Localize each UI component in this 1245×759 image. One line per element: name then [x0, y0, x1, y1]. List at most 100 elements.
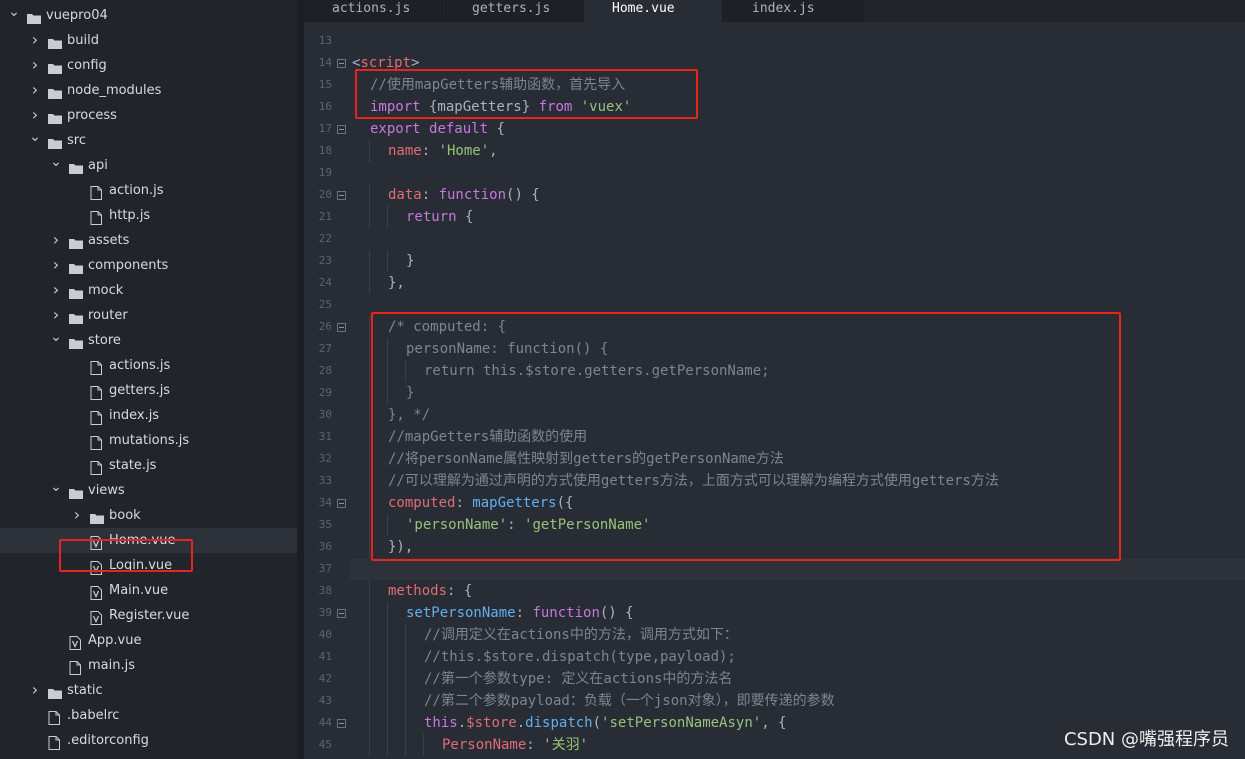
- tree-item[interactable]: ⌄ store: [0, 328, 297, 353]
- chevron-down-icon[interactable]: ⌄: [50, 478, 62, 496]
- tree-item[interactable]: › mock: [0, 278, 297, 303]
- line-number: 23: [318, 254, 332, 267]
- code-line: //可以理解为通过声明的方式使用getters方法，上面方式可以理解为编程方式使…: [350, 470, 1245, 492]
- tree-item-label: api: [88, 158, 108, 173]
- tree-item[interactable]: Main.vue: [0, 578, 297, 603]
- fold-toggle-icon[interactable]: [337, 323, 346, 332]
- indent-guide: [369, 404, 370, 426]
- indent-guide: [387, 602, 388, 624]
- vue-file-icon: [69, 634, 83, 650]
- code-line: //第一个参数type: 定义在actions中的方法名: [350, 668, 1245, 690]
- indent-guide: [369, 668, 370, 690]
- tree-item[interactable]: › router: [0, 303, 297, 328]
- chevron-right-icon[interactable]: ›: [29, 28, 41, 52]
- tree-item[interactable]: main.js: [0, 653, 297, 678]
- tree-item[interactable]: .babelrc: [0, 703, 297, 728]
- folder-icon: [69, 159, 83, 174]
- chevron-right-icon[interactable]: ›: [50, 303, 62, 327]
- line-number: 19: [318, 166, 332, 179]
- chevron-right-icon[interactable]: ›: [29, 78, 41, 102]
- tree-item-label: node_modules: [67, 83, 162, 98]
- chevron-right-icon[interactable]: ›: [29, 53, 41, 77]
- tab-index-js[interactable]: index.js: [724, 0, 863, 22]
- chevron-right-icon[interactable]: ›: [50, 228, 62, 252]
- indent-guide: [369, 690, 370, 712]
- indent-guide: [369, 624, 370, 646]
- fold-toggle-icon[interactable]: [337, 59, 346, 68]
- tree-item[interactable]: › book: [0, 503, 297, 528]
- tree-item[interactable]: Login.vue: [0, 553, 297, 578]
- fold-toggle-icon[interactable]: [337, 191, 346, 200]
- chevron-down-icon[interactable]: ⌄: [50, 328, 62, 346]
- line-number: 31: [318, 430, 332, 443]
- indent-guide: [405, 646, 406, 668]
- tree-item[interactable]: › process: [0, 103, 297, 128]
- tab-home-vue[interactable]: Home.vue: [584, 0, 723, 22]
- code-line: personName: function() {: [350, 338, 1245, 360]
- code-line: export default {: [370, 121, 505, 137]
- line-number: 42: [318, 672, 332, 685]
- tree-item-label: mock: [88, 283, 124, 298]
- tab-getters-js[interactable]: getters.js: [444, 0, 583, 22]
- code-editor[interactable]: <script> //使用mapGetters辅助函数，首先导入 import {m…: [350, 22, 1245, 759]
- tree-item-label: book: [109, 508, 141, 523]
- file-icon: [90, 384, 104, 400]
- tree-item[interactable]: ⌄ views: [0, 478, 297, 503]
- tree-item[interactable]: actions.js: [0, 353, 297, 378]
- code-line: 'personName': 'getPersonName': [350, 514, 1245, 536]
- tree-item[interactable]: getters.js: [0, 378, 297, 403]
- indent-guide: [405, 690, 406, 712]
- tree-item[interactable]: › node_modules: [0, 78, 297, 103]
- chevron-down-icon[interactable]: ⌄: [29, 128, 41, 146]
- chevron-right-icon[interactable]: ›: [71, 503, 83, 527]
- line-number: 14: [318, 56, 332, 69]
- tree-item[interactable]: ⌄ vuepro04: [0, 3, 297, 28]
- chevron-down-icon[interactable]: ⌄: [50, 153, 62, 171]
- tree-item[interactable]: http.js: [0, 203, 297, 228]
- fold-toggle-icon[interactable]: [337, 125, 346, 134]
- tree-item[interactable]: index.js: [0, 403, 297, 428]
- tree-item-label: App.vue: [88, 633, 142, 648]
- line-number: 28: [318, 364, 332, 377]
- tree-item-label: build: [67, 33, 99, 48]
- folder-icon: [48, 34, 62, 49]
- tree-item[interactable]: action.js: [0, 178, 297, 203]
- line-number: 34: [318, 496, 332, 509]
- tree-item[interactable]: › components: [0, 253, 297, 278]
- line-number: 26: [318, 320, 332, 333]
- folder-icon: [69, 284, 83, 299]
- tree-item[interactable]: Register.vue: [0, 603, 297, 628]
- tree-item[interactable]: › config: [0, 53, 297, 78]
- fold-toggle-icon[interactable]: [337, 609, 346, 618]
- tree-item[interactable]: › assets: [0, 228, 297, 253]
- tree-item[interactable]: ⌄ api: [0, 153, 297, 178]
- indent-guide: [369, 514, 370, 536]
- tree-item[interactable]: mutations.js: [0, 428, 297, 453]
- tree-item[interactable]: state.js: [0, 453, 297, 478]
- line-number: 44: [318, 716, 332, 729]
- tree-item[interactable]: .editorconfig: [0, 728, 297, 753]
- code-line: //this.$store.dispatch(type,payload);: [350, 646, 1245, 668]
- fold-toggle-icon[interactable]: [337, 499, 346, 508]
- tree-item[interactable]: › static: [0, 678, 297, 703]
- tree-item-label: process: [67, 108, 117, 123]
- tab-actions-js[interactable]: actions.js: [304, 0, 443, 22]
- tree-item[interactable]: › build: [0, 28, 297, 53]
- panel-divider[interactable]: [297, 0, 304, 759]
- chevron-right-icon[interactable]: ›: [29, 103, 41, 127]
- tree-item-label: mutations.js: [109, 433, 190, 448]
- line-number: 36: [318, 540, 332, 553]
- tree-item[interactable]: Home.vue: [0, 528, 297, 553]
- vue-file-icon: [90, 559, 104, 575]
- indent-guide: [387, 206, 388, 228]
- tree-item[interactable]: App.vue: [0, 628, 297, 653]
- chevron-right-icon[interactable]: ›: [50, 253, 62, 277]
- tree-item-label: assets: [88, 233, 130, 248]
- tree-item[interactable]: ⌄ src: [0, 128, 297, 153]
- fold-toggle-icon[interactable]: [337, 719, 346, 728]
- tree-item-label: .editorconfig: [67, 733, 149, 748]
- file-explorer: ⌄ vuepro04 › build › config › node_modules › proc…: [0, 0, 297, 759]
- chevron-right-icon[interactable]: ›: [29, 678, 41, 702]
- chevron-right-icon[interactable]: ›: [50, 278, 62, 302]
- chevron-down-icon[interactable]: ⌄: [8, 3, 20, 21]
